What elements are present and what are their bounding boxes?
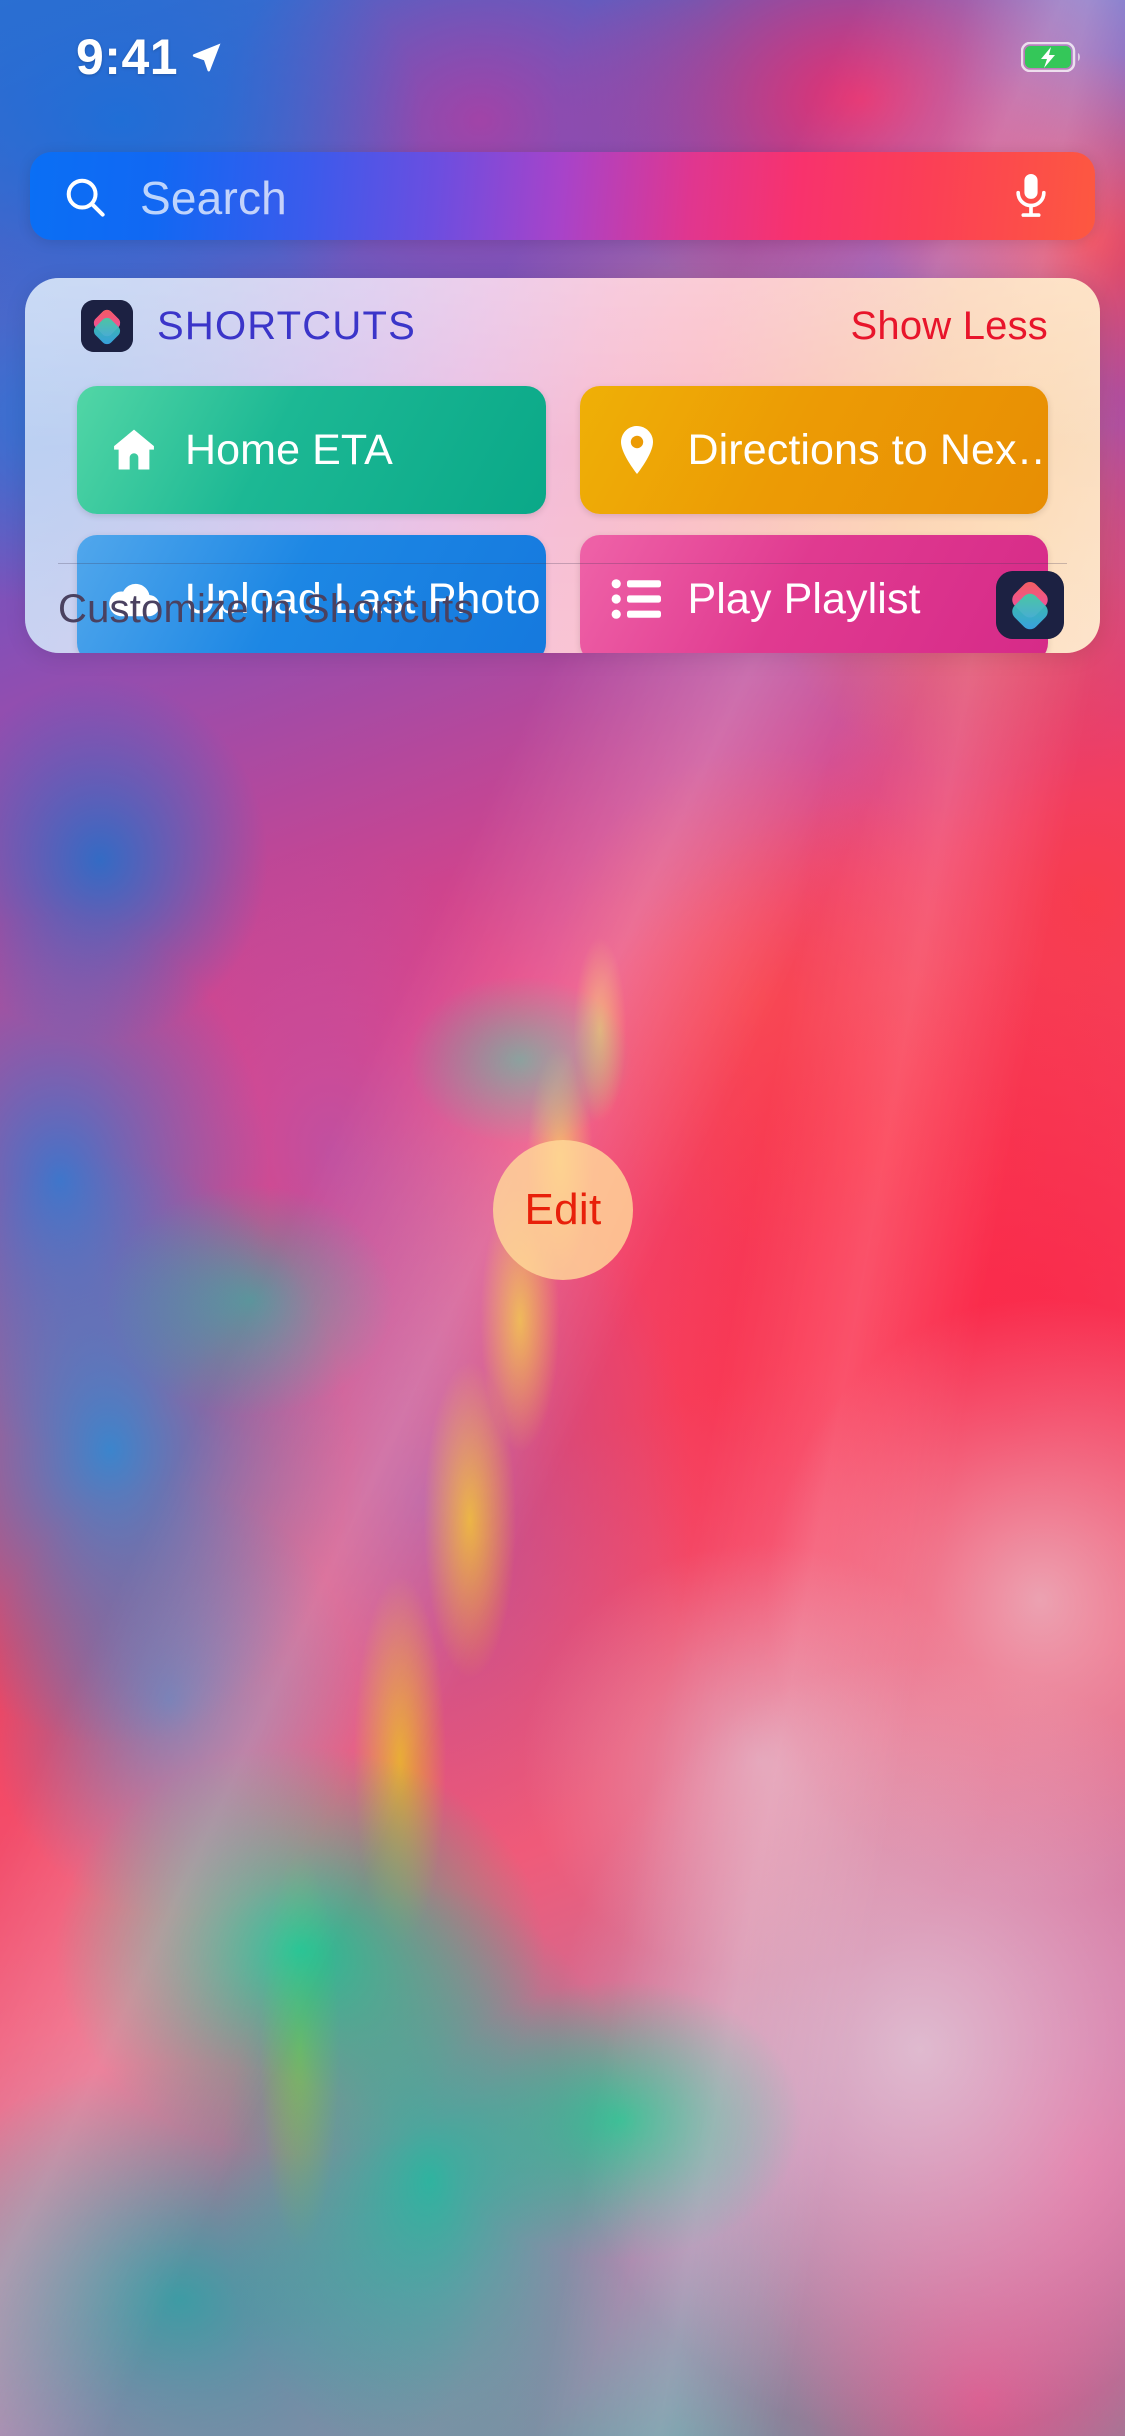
widget-header: SHORTCUTS Show Less xyxy=(25,278,1100,366)
widget-title: SHORTCUTS xyxy=(157,304,416,348)
battery-charging-icon xyxy=(1020,41,1083,77)
shortcuts-app-icon[interactable] xyxy=(996,571,1064,639)
shortcut-tile-label: Directions to Nex… xyxy=(687,425,1049,474)
customize-in-shortcuts-button[interactable]: Customize in Shortcuts xyxy=(58,587,474,632)
show-less-button[interactable]: Show Less xyxy=(851,304,1048,349)
footer-divider xyxy=(58,563,1067,564)
microphone-icon[interactable] xyxy=(1009,172,1053,225)
edit-button[interactable]: Edit xyxy=(493,1140,633,1280)
shortcuts-widget: SHORTCUTS Show Less Home ETA Directions … xyxy=(25,278,1100,653)
house-icon xyxy=(105,421,163,479)
search-bar[interactable]: Search xyxy=(30,152,1095,240)
status-bar: 9:41 xyxy=(0,0,1125,132)
search-icon xyxy=(62,174,108,225)
location-arrow-icon xyxy=(190,40,224,79)
search-input[interactable]: Search xyxy=(140,171,287,225)
edit-button-label: Edit xyxy=(524,1185,602,1234)
status-bar-time: 9:41 xyxy=(76,29,179,85)
shortcuts-app-icon[interactable] xyxy=(81,300,133,352)
shortcut-tile-home-eta[interactable]: Home ETA xyxy=(77,386,546,514)
shortcut-tile-label: Home ETA xyxy=(185,425,393,474)
map-pin-icon xyxy=(608,421,666,479)
widget-footer: Customize in Shortcuts xyxy=(25,563,1100,653)
shortcut-tile-directions[interactable]: Directions to Nex… xyxy=(579,386,1049,514)
